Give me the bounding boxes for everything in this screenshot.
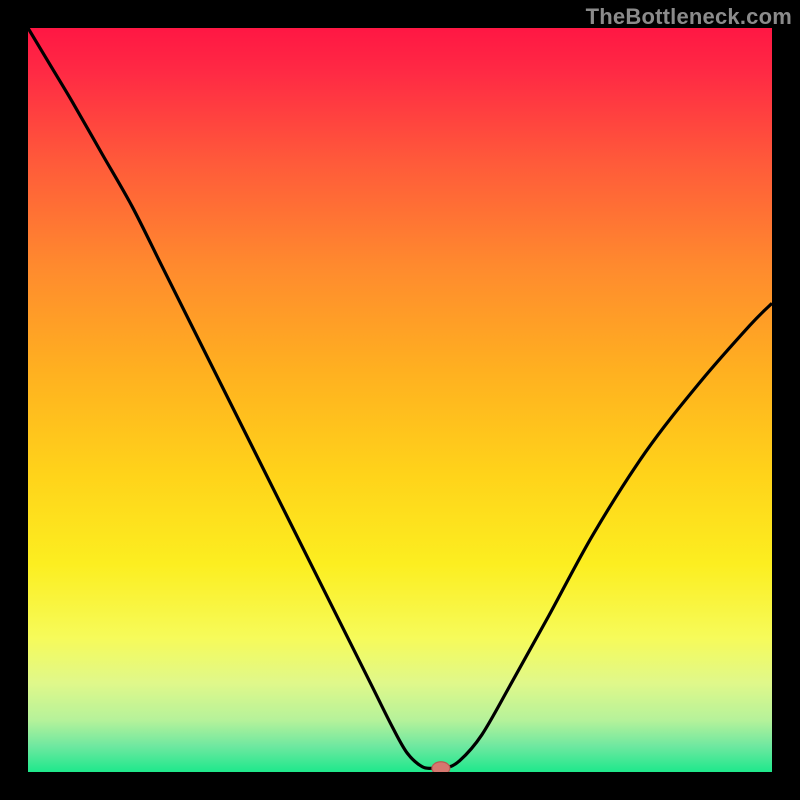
plot-area	[28, 28, 772, 772]
chart-frame: TheBottleneck.com	[0, 0, 800, 800]
gradient-background	[28, 28, 772, 772]
attribution-label: TheBottleneck.com	[586, 4, 792, 30]
plot-svg	[28, 28, 772, 772]
optimum-marker	[432, 762, 450, 772]
